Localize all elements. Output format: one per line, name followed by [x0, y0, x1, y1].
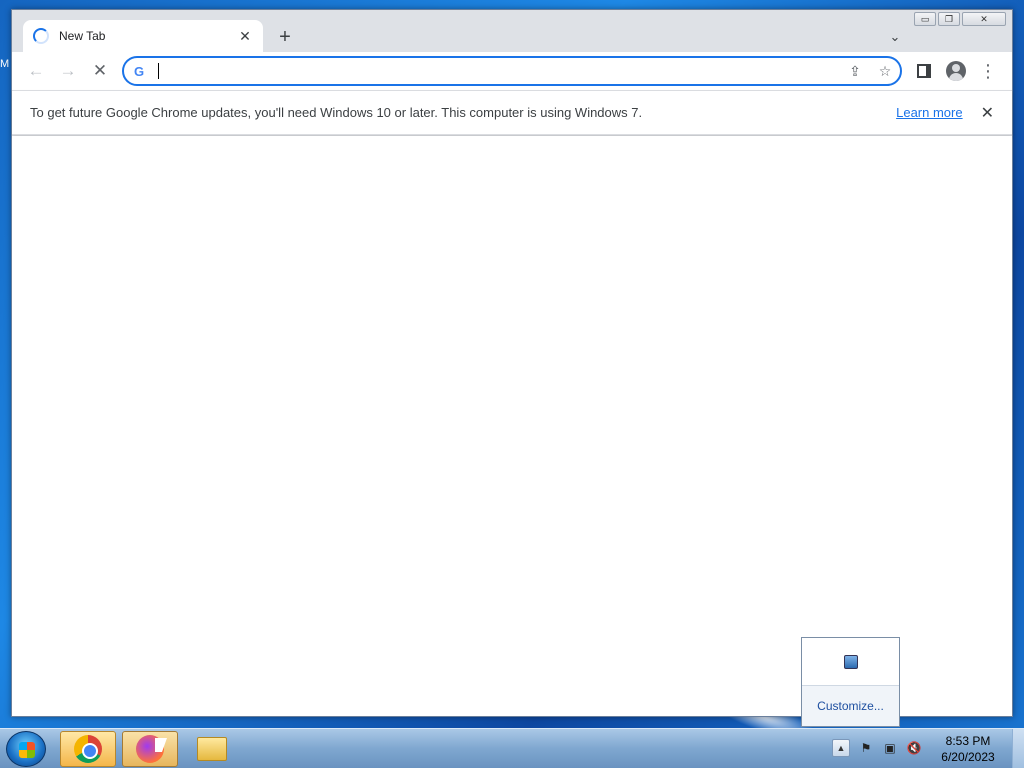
app-tray-icon[interactable]: [843, 654, 858, 669]
tab-search-icon[interactable]: ⌄: [886, 28, 904, 46]
tray-overflow-popup: Customize...: [801, 637, 900, 727]
google-icon: G: [134, 63, 145, 79]
clock-date: 6/20/2023: [941, 750, 995, 764]
show-desktop-button[interactable]: [1012, 729, 1024, 768]
profile-button[interactable]: [940, 55, 972, 87]
new-tab-button[interactable]: +: [274, 26, 296, 48]
back-icon[interactable]: ←: [20, 55, 52, 87]
learn-more-link[interactable]: Learn more: [896, 105, 962, 120]
show-hidden-icons-button[interactable]: ▲: [832, 739, 850, 757]
action-center-icon[interactable]: ⚑: [858, 740, 874, 756]
notification-area: ▲ ⚑ ▣ 🔇: [832, 739, 922, 757]
taskbar-chrome[interactable]: [60, 731, 116, 767]
share-icon[interactable]: ⇪: [840, 63, 870, 80]
omnibox[interactable]: G ⇪ ☆: [122, 56, 902, 86]
chrome-window: ▭ ❐ ✕ New Tab ✕ + ⌄ ← → ✕ G ⇪ ☆ ⋮ To get…: [11, 9, 1013, 717]
tab-title: New Tab: [59, 29, 106, 43]
loading-spinner-icon: [33, 28, 49, 44]
tab-new-tab[interactable]: New Tab ✕: [23, 20, 263, 52]
toolbar: ← → ✕ G ⇪ ☆ ⋮: [12, 52, 1012, 90]
clock[interactable]: 8:53 PM 6/20/2023: [936, 733, 1000, 765]
customize-link[interactable]: Customize...: [802, 686, 899, 726]
menu-icon[interactable]: ⋮: [972, 55, 1004, 87]
bookmark-star-icon[interactable]: ☆: [870, 63, 900, 80]
folder-icon: [197, 737, 227, 761]
taskbar-firefox[interactable]: [122, 731, 178, 767]
taskbar: ▲ ⚑ ▣ 🔇 8:53 PM 6/20/2023: [0, 728, 1024, 768]
tab-close-icon[interactable]: ✕: [237, 28, 253, 44]
page-content[interactable]: [12, 136, 1012, 716]
stop-loading-icon[interactable]: ✕: [84, 55, 116, 87]
side-panel-button[interactable]: [908, 55, 940, 87]
side-panel-icon: [917, 64, 931, 78]
taskbar-explorer[interactable]: [184, 731, 240, 767]
network-icon[interactable]: ▣: [882, 740, 898, 756]
start-button[interactable]: [6, 731, 46, 767]
forward-icon[interactable]: →: [52, 55, 84, 87]
update-infobar: To get future Google Chrome updates, you…: [12, 90, 1012, 135]
mouse-cursor-icon: [155, 738, 167, 752]
text-caret: [158, 63, 159, 79]
infobar-close-icon[interactable]: ✕: [981, 103, 994, 123]
avatar-icon: [946, 61, 966, 81]
tab-strip: New Tab ✕ + ⌄: [12, 10, 1012, 52]
volume-muted-icon[interactable]: 🔇: [906, 740, 922, 756]
infobar-message: To get future Google Chrome updates, you…: [30, 105, 643, 120]
address-input[interactable]: [163, 63, 840, 79]
clock-time: 8:53 PM: [945, 734, 991, 748]
chrome-icon: [74, 735, 102, 763]
tray-overflow-icons: [802, 638, 899, 686]
